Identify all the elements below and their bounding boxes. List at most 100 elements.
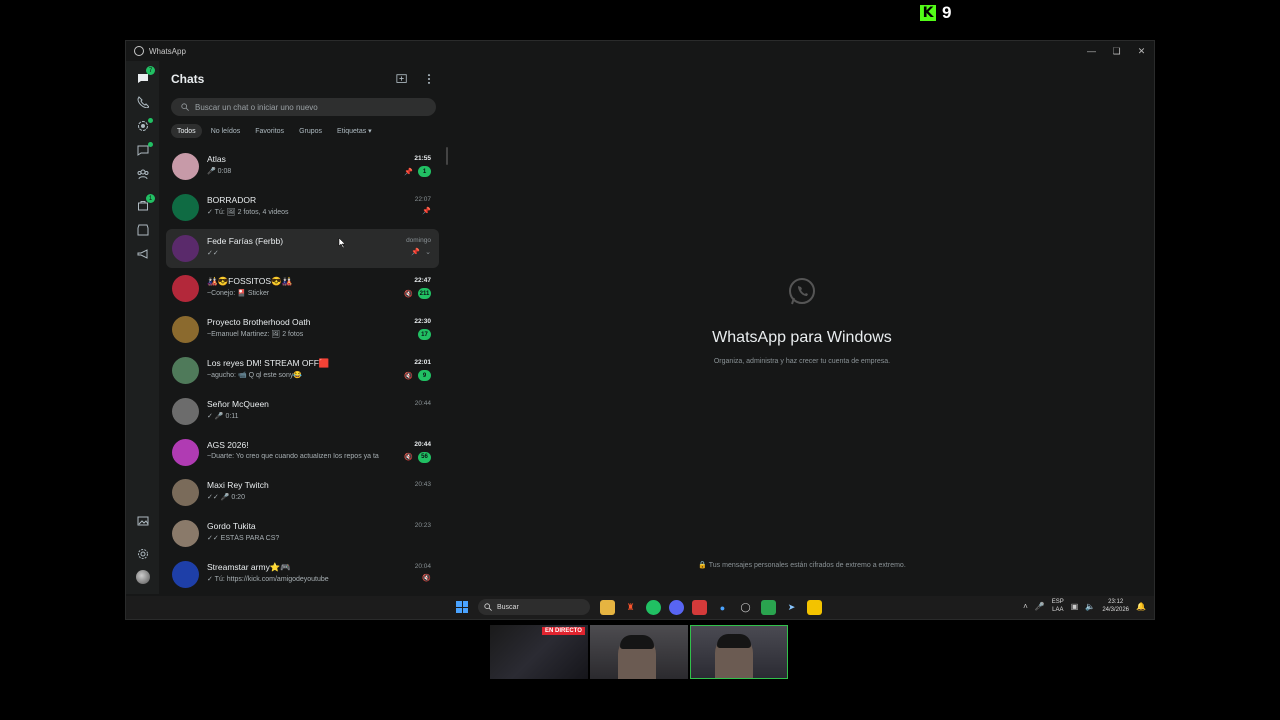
close-button[interactable]: ✕ — [1129, 41, 1154, 61]
windows-taskbar: Buscar ♜ ● ◯ ➤ ˄ 🎤 ESP LAA ▣ 🔈 23:12 24/… — [126, 596, 1154, 619]
chat-row[interactable]: AGS 2026! ~Duarte: Yo creo que cuando act… — [166, 433, 439, 472]
muted-icon: 🔇 — [404, 372, 413, 380]
chat-meta: 🔇 — [422, 574, 431, 582]
muted-icon: 🔇 — [404, 454, 413, 462]
chat-name: Proyecto Brotherhood Oath — [207, 317, 311, 328]
chat-row[interactable]: Gordo Tukita ✓✓ ESTÁS PARA CS? 20:23 — [166, 514, 439, 553]
filter-unread[interactable]: No leídos — [205, 124, 247, 138]
filter-labels[interactable]: Etiquetas ▾ — [331, 124, 378, 138]
unread-count-badge: 9 — [418, 370, 431, 381]
chat-time: 20:44 — [414, 440, 431, 448]
search-icon — [181, 103, 189, 111]
chat-avatar — [172, 357, 199, 384]
filter-chips: Todos No leídos Favoritos Grupos Etiquet… — [171, 124, 378, 138]
communities-nav-icon[interactable] — [136, 167, 150, 181]
brave-browser-icon[interactable]: ♜ — [623, 600, 638, 615]
whatsapp-window: WhatsApp — ❏ ✕ 7 1 Chats Buscar un chat … — [125, 40, 1155, 620]
chat-list-panel: Chats Buscar un chat o iniciar uno nuevo… — [159, 61, 451, 594]
ads-nav-icon[interactable] — [136, 247, 150, 261]
notification-bell-icon[interactable]: 🔔 — [1136, 602, 1146, 611]
calls-nav-icon[interactable] — [136, 95, 150, 109]
chat-name: Fede Farías (Ferbb) — [207, 235, 284, 246]
chat-row[interactable]: 🎎😎FOSSITOS😎🎎 ~Conejo: 🎴 Sticker 22:47 🔇 211 — [166, 269, 439, 308]
chats-heading: Chats — [171, 72, 205, 86]
chat-row[interactable]: Los reyes DM! STREAM OFF🟥 ~agucho: 📹 Q ql… — [166, 351, 439, 390]
chat-avatar — [172, 316, 199, 344]
filter-favorites[interactable]: Favoritos — [249, 124, 290, 138]
chat-name: 🎎😎FOSSITOS😎🎎 — [207, 276, 293, 287]
chat-row[interactable]: Fede Farías (Ferbb) ✓✓ domingo 📌 ⌄ — [166, 228, 439, 268]
muted-icon: 🔇 — [422, 575, 431, 582]
lang-top: ESP — [1051, 599, 1064, 605]
chat-list-scrollbar[interactable] — [446, 147, 448, 165]
chat-avatar — [172, 234, 199, 262]
search-placeholder: Buscar un chat o iniciar uno nuevo — [195, 102, 318, 112]
chat-time: 22:30 — [414, 318, 431, 326]
menu-kebab-icon[interactable] — [423, 72, 437, 86]
chevron-down-icon[interactable]: ⌄ — [425, 248, 431, 256]
language-indicator[interactable]: ESP LAA — [1052, 598, 1064, 614]
chevron-down-icon: ▾ — [368, 128, 372, 135]
file-explorer-icon[interactable] — [600, 600, 615, 615]
chat-preview: ✓ 🎤 0:11 — [207, 412, 239, 420]
chat-avatar — [172, 438, 199, 466]
chat-meta: 📌 1 — [404, 166, 431, 177]
chat-meta: 📌 — [422, 207, 431, 215]
minimize-button[interactable]: — — [1079, 41, 1104, 61]
tray-overflow-icon[interactable]: ˄ — [1023, 602, 1028, 611]
maximize-button[interactable]: ❏ — [1104, 41, 1129, 61]
channels-new-dot — [148, 142, 153, 147]
app-blue-icon[interactable]: ● — [715, 600, 730, 615]
chat-preview: ✓✓ ESTÁS PARA CS? — [207, 535, 280, 543]
clock[interactable]: 23:12 24/3/2026 — [1102, 598, 1129, 614]
chat-row[interactable]: Streamstar army⭐🎮 ✓ Tú: https://kick.com/… — [166, 555, 439, 594]
whatsapp-logo-icon — [789, 278, 815, 305]
app-green-icon[interactable] — [761, 600, 776, 615]
taskbar-search[interactable]: Buscar — [478, 599, 590, 615]
search-input[interactable]: Buscar un chat o iniciar uno nuevo — [171, 98, 436, 116]
mouse-cursor-icon — [338, 238, 346, 249]
webcam-2 — [690, 625, 788, 679]
chat-name: Señor McQueen — [207, 398, 269, 409]
whatsapp-taskbar-icon[interactable] — [646, 600, 661, 615]
chat-row[interactable]: Atlas 🎤 0:08 21:55 📌 1 — [166, 147, 439, 186]
chat-time: domingo — [406, 236, 431, 244]
chat-preview: ~Conejo: 🎴 Sticker — [207, 290, 270, 298]
encryption-notice: 🔒 Tus mensajes personales están cifrados… — [450, 561, 1154, 569]
chat-time: 20:04 — [414, 563, 431, 570]
chrome-icon[interactable]: ◯ — [738, 600, 753, 615]
chat-preview: 🎤 0:08 — [207, 168, 232, 175]
new-chat-icon[interactable] — [396, 72, 410, 86]
system-tray: ˄ 🎤 ESP LAA ▣ 🔈 23:12 24/3/2026 🔔 — [1023, 598, 1146, 614]
intro-subtitle: Organiza, administra y haz crecer tu cue… — [713, 358, 891, 365]
catalog-nav-icon[interactable] — [136, 223, 150, 237]
media-nav-icon[interactable] — [136, 514, 150, 528]
filter-groups[interactable]: Grupos — [293, 124, 328, 138]
profile-avatar[interactable] — [136, 570, 150, 584]
filter-todos[interactable]: Todos — [171, 124, 202, 138]
app-yellow-icon[interactable] — [807, 600, 822, 615]
windows-start-icon[interactable] — [456, 601, 468, 613]
chat-preview: ✓ Tú: https://kick.com/amigodeyoutube — [207, 576, 329, 583]
kick-logo-icon: K — [920, 5, 936, 21]
chat-name: BORRADOR — [207, 194, 257, 205]
chat-name: Atlas — [207, 154, 226, 164]
network-icon[interactable]: ▣ — [1071, 602, 1079, 611]
discord-icon[interactable] — [669, 600, 684, 615]
chat-row[interactable]: Señor McQueen ✓ 🎤 0:11 20:44 — [166, 392, 439, 431]
app-red-icon[interactable] — [692, 600, 707, 615]
chat-row[interactable]: BORRADOR ✓ Tú: 🖼 2 fotos, 4 videos 22:07 📌 — [166, 188, 439, 227]
chat-row[interactable]: Proyecto Brotherhood Oath ~Emanuel Martin… — [166, 310, 439, 349]
unread-count-badge: 211 — [418, 288, 431, 300]
settings-gear-icon[interactable] — [136, 547, 150, 561]
unread-count-badge: 1 — [418, 166, 431, 177]
chat-row[interactable]: Maxi Rey Twitch ✓✓ 🎤 0:20 20:43 — [166, 473, 439, 512]
volume-icon[interactable]: 🔈 — [1085, 602, 1095, 611]
chat-name: Streamstar army⭐🎮 — [207, 562, 291, 572]
chat-avatar — [172, 520, 199, 548]
steam-icon[interactable]: ➤ — [784, 600, 799, 615]
nav-rail: 7 1 — [126, 61, 159, 594]
chat-time: 21:55 — [414, 155, 431, 162]
mic-icon[interactable]: 🎤 — [1035, 602, 1045, 611]
intro-title: WhatsApp para Windows — [712, 329, 892, 346]
